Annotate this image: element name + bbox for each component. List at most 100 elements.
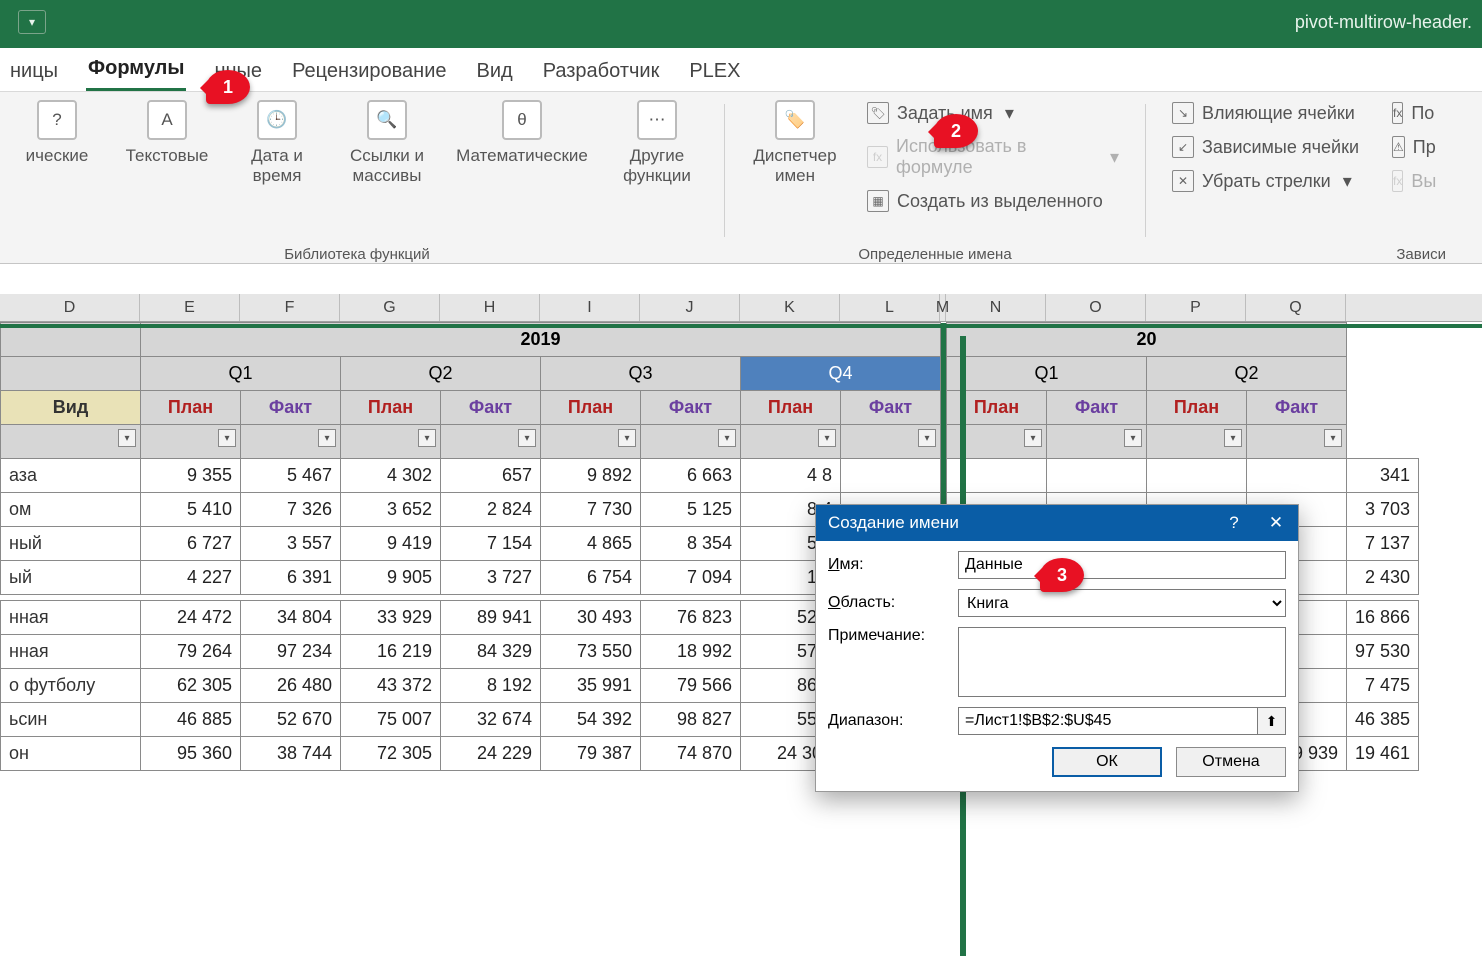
data-cell[interactable]: 35 991 — [541, 669, 641, 703]
data-cell[interactable]: 97 234 — [241, 635, 341, 669]
tab-page-layout[interactable]: ницы — [8, 54, 60, 91]
data-cell[interactable]: 18 992 — [641, 635, 741, 669]
filter-button[interactable]: ▾ — [1224, 429, 1242, 447]
data-cell[interactable]: 54 392 — [541, 703, 641, 737]
data-cell[interactable]: 9 355 — [141, 459, 241, 493]
data-cell[interactable]: 5 410 — [141, 493, 241, 527]
filter-button[interactable]: ▾ — [718, 429, 736, 447]
data-cell[interactable]: 7 475 — [1347, 669, 1419, 703]
data-cell[interactable] — [1247, 459, 1347, 493]
data-cell[interactable]: 4 8 — [741, 459, 841, 493]
data-cell[interactable]: 4 302 — [341, 459, 441, 493]
col-header-Q[interactable]: Q — [1246, 294, 1346, 321]
data-cell[interactable]: 16 866 — [1347, 601, 1419, 635]
data-cell[interactable]: 7 094 — [641, 561, 741, 595]
data-cell[interactable]: 7 154 — [441, 527, 541, 561]
filter-button[interactable]: ▾ — [618, 429, 636, 447]
collapse-dialog-button[interactable]: ⬆ — [1258, 707, 1286, 735]
data-cell[interactable]: 43 372 — [341, 669, 441, 703]
data-cell[interactable]: 32 674 — [441, 703, 541, 737]
row-label[interactable]: ый — [1, 561, 141, 595]
tab-review[interactable]: Рецензирование — [290, 54, 448, 91]
data-cell[interactable]: 30 493 — [541, 601, 641, 635]
data-cell[interactable]: 26 480 — [241, 669, 341, 703]
data-cell[interactable]: 2 430 — [1347, 561, 1419, 595]
data-cell[interactable]: 73 550 — [541, 635, 641, 669]
filter-button[interactable]: ▾ — [1124, 429, 1142, 447]
data-cell[interactable]: 19 461 — [1347, 737, 1419, 771]
btn-date-time[interactable]: 🕒Дата и время — [232, 100, 322, 186]
btn-math[interactable]: θМатематические — [452, 100, 592, 166]
data-cell[interactable]: 79 566 — [641, 669, 741, 703]
header-fact[interactable]: Факт — [641, 391, 741, 425]
tab-view[interactable]: Вид — [475, 54, 515, 91]
filter-button[interactable]: ▾ — [118, 429, 136, 447]
row-label[interactable]: он — [1, 737, 141, 771]
filter-button[interactable]: ▾ — [318, 429, 336, 447]
col-header-H[interactable]: H — [440, 294, 540, 321]
data-cell[interactable]: 97 530 — [1347, 635, 1419, 669]
data-cell[interactable]: 3 652 — [341, 493, 441, 527]
data-cell[interactable]: 6 391 — [241, 561, 341, 595]
data-cell[interactable]: 3 727 — [441, 561, 541, 595]
header-plan[interactable]: План — [541, 391, 641, 425]
col-header-G[interactable]: G — [340, 294, 440, 321]
filter-button[interactable]: ▾ — [1024, 429, 1042, 447]
quarter-Q1-0[interactable]: Q1 — [141, 357, 341, 391]
header-fact[interactable]: Факт — [1247, 391, 1347, 425]
data-cell[interactable]: 34 804 — [241, 601, 341, 635]
filter-button[interactable]: ▾ — [818, 429, 836, 447]
data-cell[interactable]: 4 227 — [141, 561, 241, 595]
data-cell[interactable]: 79 264 — [141, 635, 241, 669]
data-cell[interactable]: 72 305 — [341, 737, 441, 771]
header-vid[interactable]: Вид — [1, 391, 141, 425]
cancel-button[interactable]: Отмена — [1176, 747, 1286, 777]
data-cell[interactable]: 46 385 — [1347, 703, 1419, 737]
col-header-E[interactable]: E — [140, 294, 240, 321]
data-cell[interactable]: 2 824 — [441, 493, 541, 527]
header-plan[interactable]: План — [141, 391, 241, 425]
header-fact[interactable]: Факт — [841, 391, 941, 425]
row-label[interactable]: ный — [1, 527, 141, 561]
dialog-titlebar[interactable]: Создание имени ? ✕ — [816, 505, 1298, 541]
close-button[interactable]: ✕ — [1262, 509, 1290, 537]
header-fact[interactable]: Факт — [241, 391, 341, 425]
data-cell[interactable]: 76 823 — [641, 601, 741, 635]
data-cell[interactable]: 75 007 — [341, 703, 441, 737]
filter-button[interactable]: ▾ — [1324, 429, 1342, 447]
data-cell[interactable]: 6 727 — [141, 527, 241, 561]
row-label[interactable]: ом — [1, 493, 141, 527]
col-header-K[interactable]: K — [740, 294, 840, 321]
ok-button[interactable]: ОК — [1052, 747, 1162, 777]
data-cell[interactable]: 62 305 — [141, 669, 241, 703]
row-label[interactable]: нная — [1, 601, 141, 635]
help-button[interactable]: ? — [1220, 509, 1248, 537]
row-label[interactable]: ьсин — [1, 703, 141, 737]
btn-remove-arrows[interactable]: ✕Убрать стрелки▾ — [1168, 168, 1368, 194]
data-cell[interactable]: 38 744 — [241, 737, 341, 771]
btn-text[interactable]: AТекстовые — [122, 100, 212, 166]
data-cell[interactable]: 7 730 — [541, 493, 641, 527]
data-cell[interactable]: 9 892 — [541, 459, 641, 493]
tab-formulas[interactable]: Формулы — [86, 51, 186, 91]
data-cell[interactable]: 5 467 — [241, 459, 341, 493]
data-cell[interactable]: 24 472 — [141, 601, 241, 635]
data-cell[interactable]: 24 229 — [441, 737, 541, 771]
tab-plex[interactable]: PLEX — [687, 54, 742, 91]
data-cell[interactable]: 9 905 — [341, 561, 441, 595]
row-label[interactable]: аза — [1, 459, 141, 493]
row-label[interactable]: нная — [1, 635, 141, 669]
data-cell[interactable]: 4 865 — [541, 527, 641, 561]
data-cell[interactable]: 657 — [441, 459, 541, 493]
header-fact[interactable]: Факт — [441, 391, 541, 425]
input-range[interactable] — [958, 707, 1258, 735]
col-header-F[interactable]: F — [240, 294, 340, 321]
data-cell[interactable]: 7 137 — [1347, 527, 1419, 561]
input-name[interactable] — [958, 551, 1286, 579]
btn-logical[interactable]: ?ические — [12, 100, 102, 166]
quarter-Q2-5[interactable]: Q2 — [1147, 357, 1347, 391]
filter-button[interactable]: ▾ — [418, 429, 436, 447]
data-cell[interactable]: 84 329 — [441, 635, 541, 669]
data-cell[interactable] — [1147, 459, 1247, 493]
filter-button[interactable]: ▾ — [218, 429, 236, 447]
